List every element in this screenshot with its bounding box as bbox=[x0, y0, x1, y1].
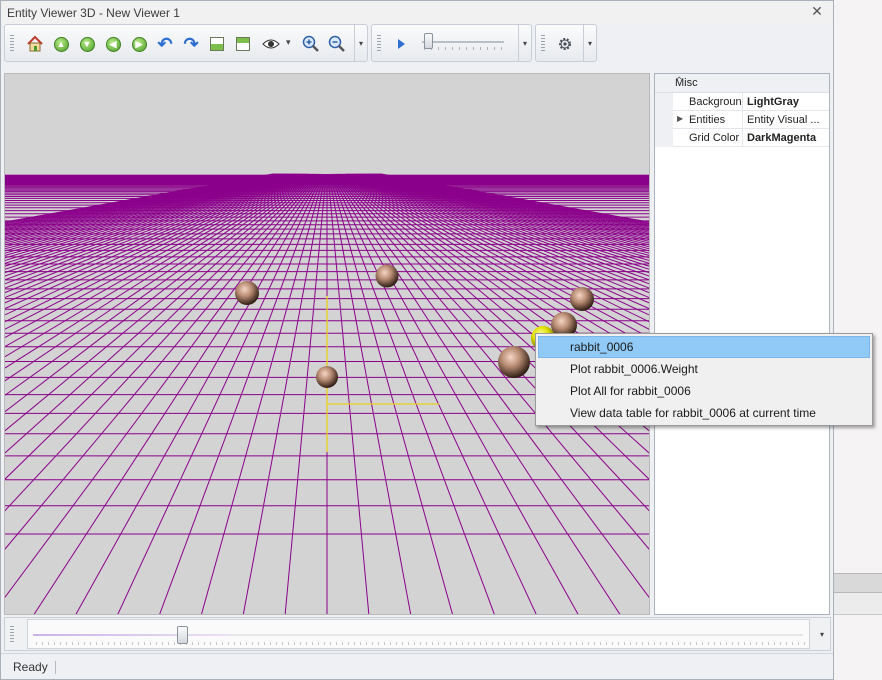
property-value[interactable]: DarkMagenta bbox=[742, 129, 829, 147]
view-top-button[interactable] bbox=[232, 33, 254, 55]
property-category[interactable]: Misc ⌃ bbox=[655, 74, 829, 93]
speed-slider-thumb[interactable] bbox=[423, 33, 433, 49]
time-slider-thumb[interactable] bbox=[177, 626, 189, 644]
axes bbox=[326, 296, 439, 452]
play-icon bbox=[398, 39, 405, 49]
time-slider-bar: ▾ bbox=[4, 617, 831, 651]
time-slider-ticks bbox=[36, 642, 806, 645]
menu-item-plot-all[interactable]: Plot All for rabbit_0006 bbox=[538, 380, 870, 402]
rotate-left-icon: ↶ bbox=[157, 33, 173, 54]
background-panel-strip bbox=[834, 573, 882, 593]
visibility-button[interactable] bbox=[260, 33, 282, 55]
property-row-background[interactable]: Backgrounc LightGray bbox=[655, 93, 829, 111]
time-slider-track bbox=[33, 634, 803, 636]
view-bottom-button[interactable] bbox=[206, 33, 228, 55]
view-bottom-icon bbox=[210, 37, 224, 51]
settings-toolbar: ▾ bbox=[535, 24, 597, 62]
settings-button[interactable] bbox=[554, 33, 576, 55]
speed-slider[interactable] bbox=[418, 30, 508, 56]
toolbar-overflow-button[interactable]: ▾ bbox=[518, 25, 531, 61]
window-title: Entity Viewer 3D - New Viewer 1 bbox=[7, 6, 180, 20]
eye-icon bbox=[262, 39, 280, 49]
row-gutter bbox=[655, 129, 673, 147]
entity-sphere[interactable] bbox=[570, 287, 594, 311]
entity-sphere[interactable] bbox=[316, 366, 338, 388]
toolbar-grip[interactable] bbox=[541, 35, 545, 53]
chevron-down-icon: ▾ bbox=[587, 38, 592, 48]
collapse-icon[interactable]: ⌃ bbox=[675, 76, 823, 87]
row-gutter bbox=[655, 111, 673, 129]
property-name: Entities bbox=[689, 114, 726, 126]
property-name: Grid Color bbox=[689, 132, 740, 144]
entity-sphere[interactable] bbox=[498, 346, 530, 378]
visibility-dropdown-icon[interactable]: ▾ bbox=[286, 37, 291, 48]
property-name: Backgrounc bbox=[689, 96, 741, 108]
speed-slider-ticks bbox=[424, 47, 504, 50]
chevron-down-icon: ▾ bbox=[819, 629, 824, 639]
background-panel-strip-lower bbox=[834, 593, 882, 615]
toolbar-grip[interactable] bbox=[377, 35, 381, 53]
context-menu: rabbit_0006 Plot rabbit_0006.Weight Plot… bbox=[535, 333, 873, 426]
view-top-icon bbox=[236, 37, 250, 51]
navigation-toolbar: ▲ ▼ ◀ ▶ ↶ ↷ ▾ ▾ bbox=[4, 24, 368, 62]
status-text: Ready bbox=[13, 660, 48, 674]
play-button[interactable] bbox=[390, 33, 412, 55]
arrow-right-icon: ▶ bbox=[131, 36, 147, 52]
property-value[interactable]: LightGray bbox=[742, 93, 829, 111]
menu-item-view-data-table[interactable]: View data table for rabbit_0006 at curre… bbox=[538, 402, 870, 424]
zoom-in-icon bbox=[302, 35, 319, 52]
move-up-button[interactable]: ▲ bbox=[50, 33, 72, 55]
arrow-down-icon: ▼ bbox=[79, 36, 95, 52]
entity-sphere[interactable] bbox=[235, 281, 259, 305]
gear-icon bbox=[559, 38, 571, 50]
move-left-button[interactable]: ◀ bbox=[102, 33, 124, 55]
speed-slider-track bbox=[422, 41, 504, 43]
status-separator bbox=[55, 661, 56, 674]
chevron-down-icon: ▾ bbox=[358, 38, 363, 48]
chevron-down-icon: ▾ bbox=[522, 38, 527, 48]
playback-toolbar: ▾ bbox=[371, 24, 532, 62]
zoom-in-button[interactable] bbox=[300, 33, 322, 55]
rotate-right-icon: ↷ bbox=[183, 33, 199, 54]
rotate-right-button[interactable]: ↷ bbox=[180, 33, 202, 55]
home-icon bbox=[27, 35, 43, 52]
move-right-button[interactable]: ▶ bbox=[128, 33, 150, 55]
status-bar: Ready bbox=[1, 653, 833, 679]
zoom-out-button[interactable] bbox=[326, 33, 348, 55]
title-bar: Entity Viewer 3D - New Viewer 1 ✕ bbox=[1, 1, 833, 23]
arrow-left-icon: ◀ bbox=[105, 36, 121, 52]
menu-item-plot-weight[interactable]: Plot rabbit_0006.Weight bbox=[538, 358, 870, 380]
expand-arrow-icon[interactable]: ▶ bbox=[677, 114, 683, 123]
toolbar-overflow-button[interactable]: ▾ bbox=[354, 25, 367, 61]
property-value[interactable]: Entity Visual ... bbox=[742, 111, 829, 129]
property-row-entities[interactable]: ▶ Entities Entity Visual ... bbox=[655, 111, 829, 129]
property-row-grid-color[interactable]: Grid Color DarkMagenta bbox=[655, 129, 829, 147]
toolbar-overflow-button[interactable]: ▾ bbox=[814, 618, 830, 650]
home-button[interactable] bbox=[24, 33, 46, 55]
menu-item-entity-name[interactable]: rabbit_0006 bbox=[538, 336, 870, 358]
toolbar-grip[interactable] bbox=[10, 626, 14, 644]
time-slider[interactable] bbox=[27, 619, 810, 649]
entity-sphere[interactable] bbox=[375, 264, 399, 288]
arrow-up-icon: ▲ bbox=[53, 36, 69, 52]
move-down-button[interactable]: ▼ bbox=[76, 33, 98, 55]
rotate-left-button[interactable]: ↶ bbox=[154, 33, 176, 55]
close-icon[interactable]: ✕ bbox=[809, 3, 825, 19]
toolbar-overflow-button[interactable]: ▾ bbox=[583, 25, 596, 61]
row-gutter bbox=[655, 93, 673, 111]
zoom-out-icon bbox=[328, 35, 345, 52]
toolbar-grip[interactable] bbox=[10, 35, 14, 53]
